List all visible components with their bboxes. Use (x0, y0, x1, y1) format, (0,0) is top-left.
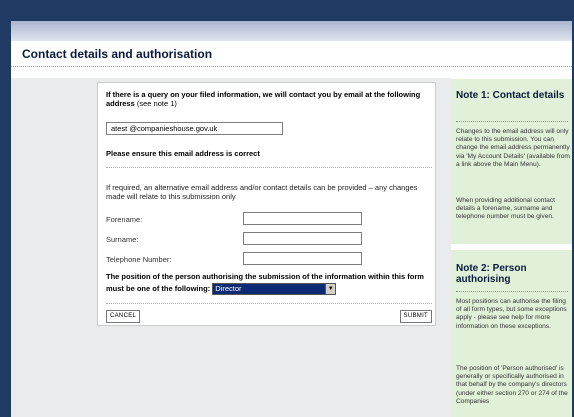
position-instructions: The position of the person authorising t… (106, 271, 432, 296)
position-text-line1: The position of the person authorising t… (106, 272, 424, 281)
note2-title: Note 2: Person authorising (456, 263, 527, 285)
notes-sidebar: Note 1: Contact details Changes to the e… (451, 79, 572, 417)
contact-form: If there is a query on your filed inform… (97, 82, 436, 326)
note-reference: (see note 1) (136, 99, 177, 108)
note1-body: Changes to the email address will only r… (456, 128, 570, 168)
cancel-button[interactable]: CANCEL (106, 310, 141, 323)
page-title: Contact details and authorisation (22, 47, 213, 61)
note2-body: Most positions can authorise the filing … (456, 298, 567, 330)
surname-label: Surname: (106, 235, 139, 244)
forename-label: Forename: (106, 215, 143, 224)
email-field[interactable]: atest @companieshouse.gov.uk (106, 122, 283, 135)
left-frame (0, 0, 11, 417)
dropdown-arrow-icon[interactable]: ▼ (325, 284, 336, 295)
note2-body-2: The position of 'Person authorised' is g… (456, 365, 568, 405)
note1-divider (456, 121, 568, 122)
divider (106, 303, 432, 304)
surname-input[interactable] (243, 232, 362, 245)
note1-body-2: When providing additional contact detail… (456, 197, 555, 221)
position-selected-value: Director (215, 284, 242, 294)
submit-button[interactable]: SUBMIT (399, 310, 432, 323)
top-banner (0, 0, 574, 21)
position-text-line2: must be one of the following: (106, 284, 211, 293)
ensure-email-text: Please ensure this email address is corr… (106, 149, 260, 158)
divider (106, 167, 432, 168)
telephone-label: Telephone Number: (106, 255, 172, 264)
title-divider (11, 66, 572, 67)
forename-input[interactable] (243, 212, 362, 225)
header-strip (0, 21, 574, 41)
note1-title: Note 1: Contact details (456, 90, 565, 101)
note-separator (451, 244, 572, 250)
telephone-input[interactable] (243, 252, 362, 265)
note2-divider (456, 291, 568, 292)
email-query-intro: If there is a query on your filed inform… (106, 90, 431, 108)
position-select[interactable]: Director ▼ (212, 283, 337, 296)
alternative-contact-text: If required, an alternative email addres… (106, 183, 418, 201)
